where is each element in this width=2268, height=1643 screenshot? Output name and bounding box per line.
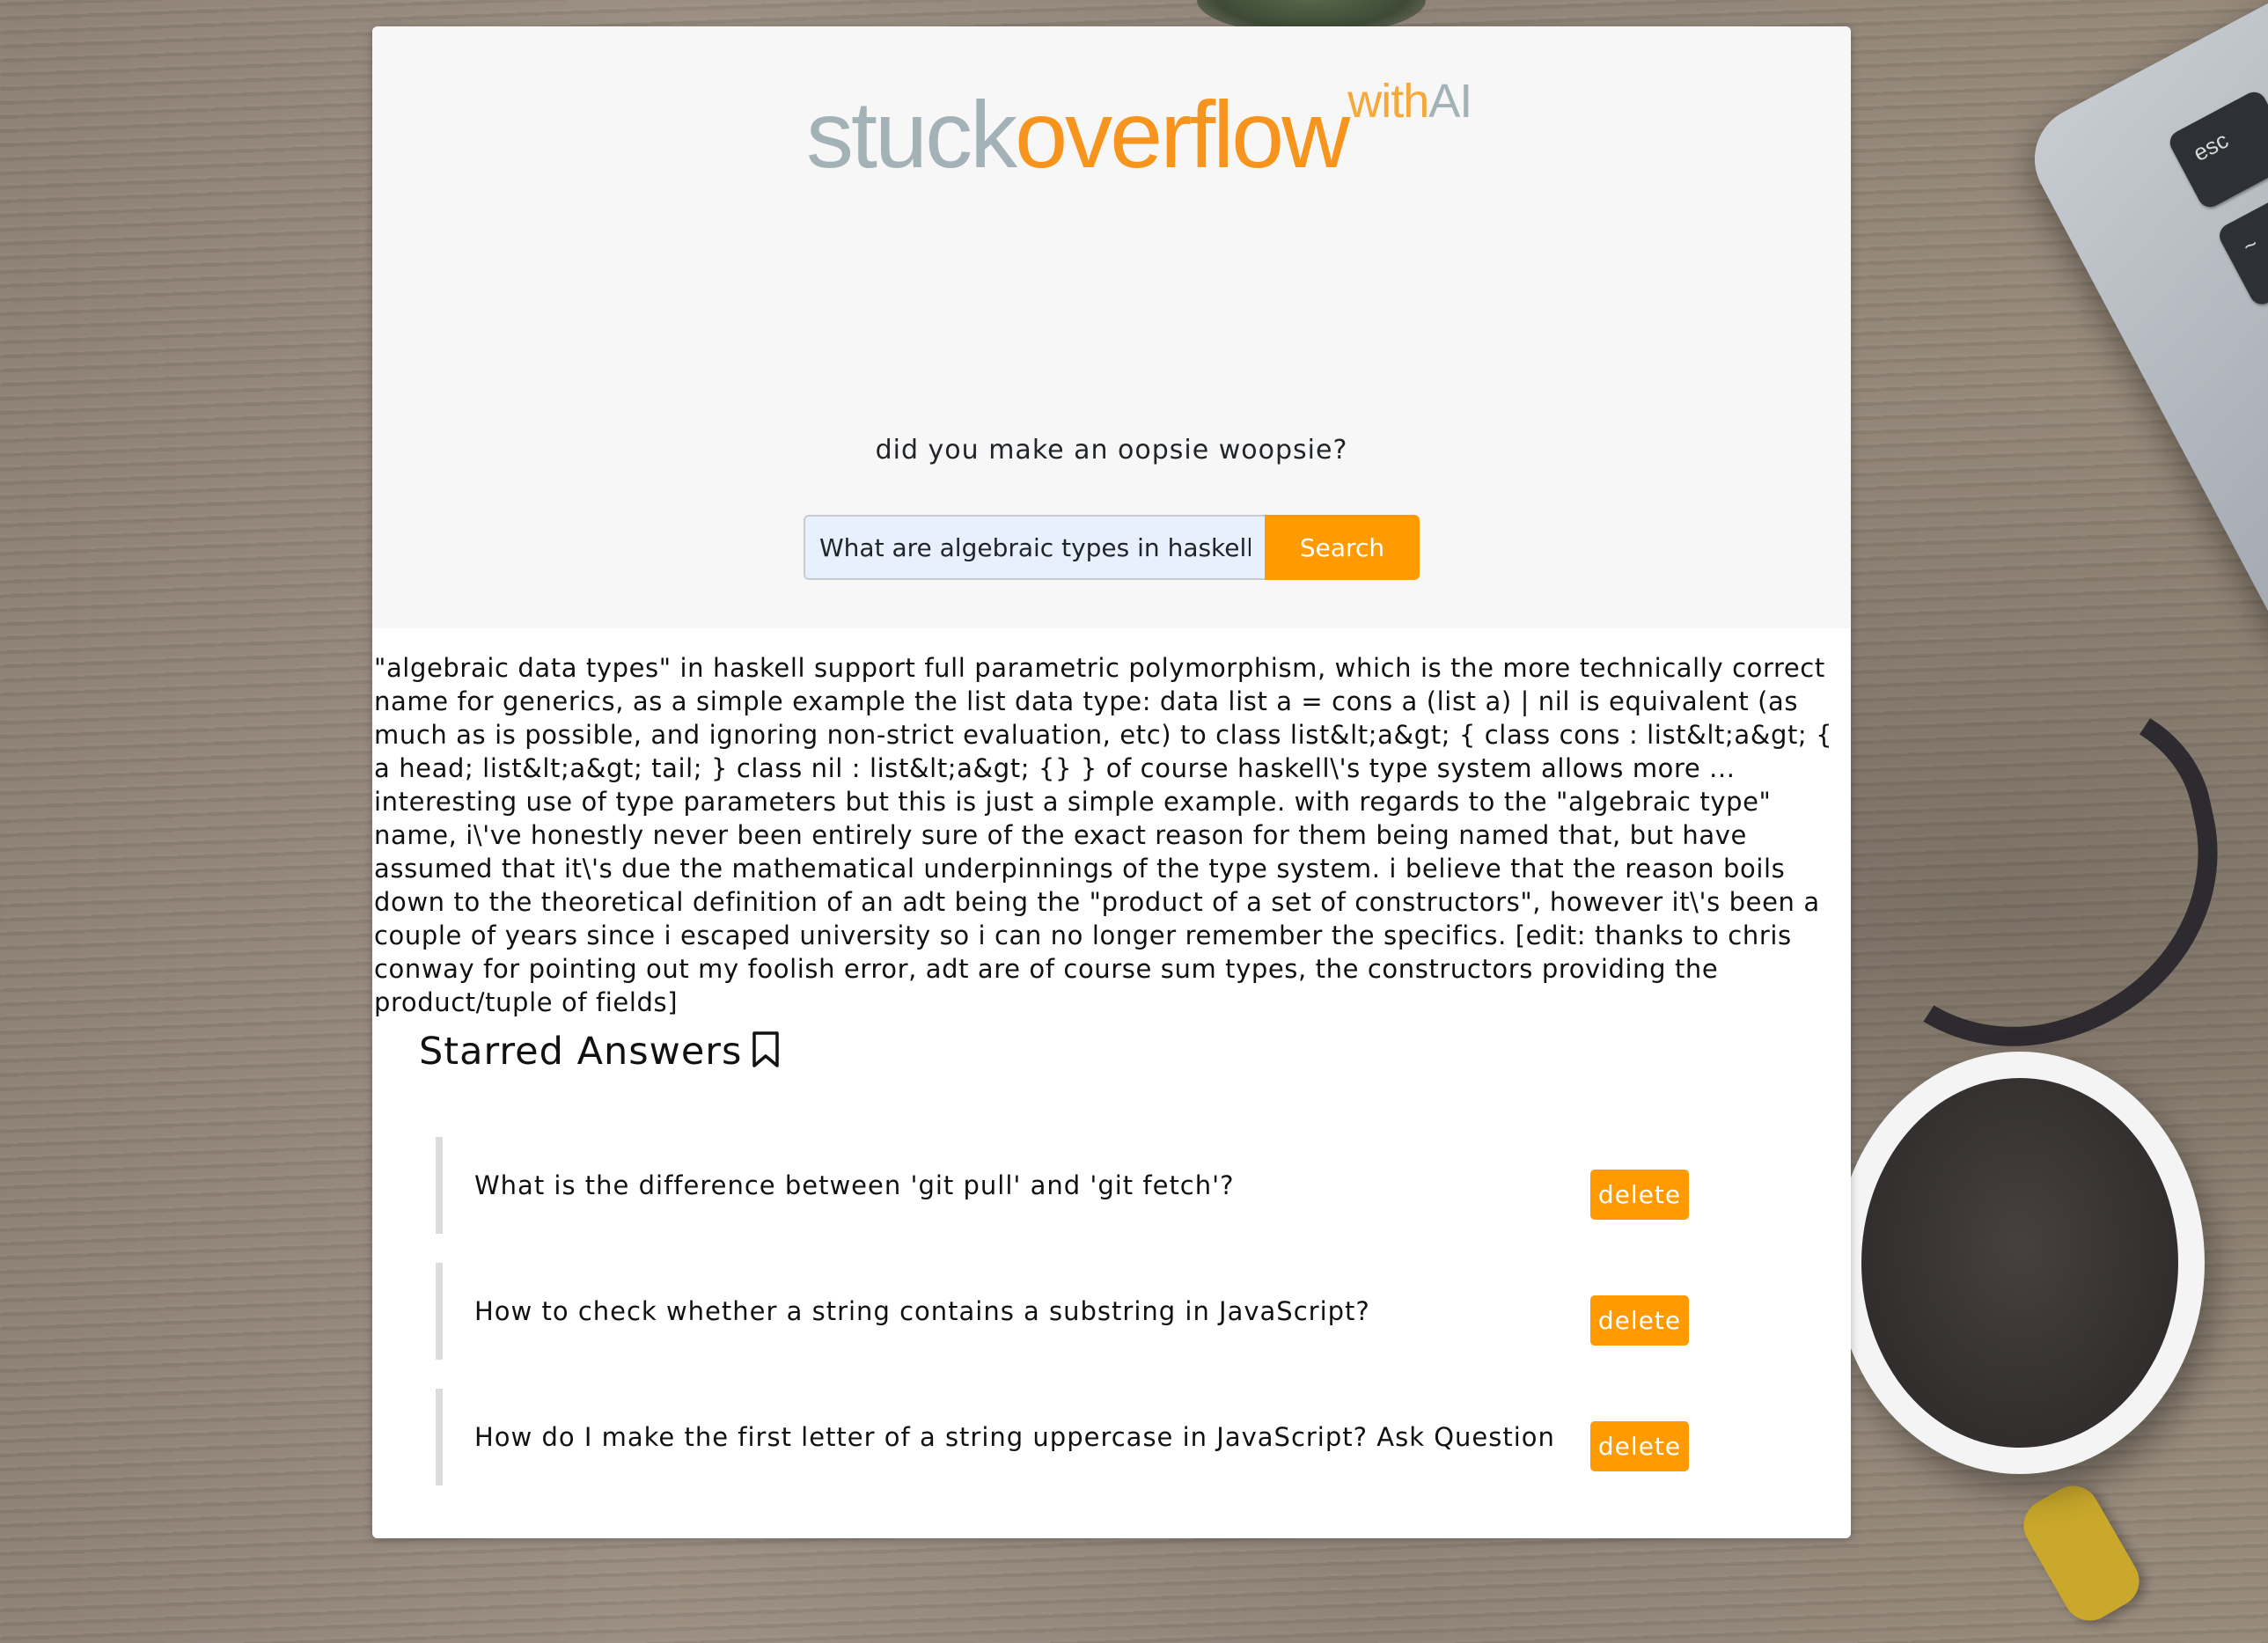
coffee-decoration [1861,1078,2178,1448]
delete-button[interactable]: delete [1590,1421,1689,1471]
starred-item: How to check whether a string contains a… [436,1263,1791,1360]
glasses-decoration [1817,669,2253,1077]
laptop-decoration: esc ~ tab [2015,0,2268,682]
delete-button[interactable]: delete [1590,1295,1689,1346]
starred-question[interactable]: How to check whether a string contains a… [474,1296,1370,1326]
stuckoverflow-logo: stuckoverflow withAI [806,75,1472,187]
starred-answers-list: What is the difference between 'git pull… [436,1137,1791,1515]
tagline: did you make an oopsie woopsie? [875,435,1348,466]
delete-button[interactable]: delete [1590,1170,1689,1220]
starred-item: What is the difference between 'git pull… [436,1137,1791,1234]
search-button[interactable]: Search [1265,515,1420,580]
starred-question[interactable]: What is the difference between 'git pull… [474,1170,1235,1200]
cup-handle-decoration [2014,1476,2149,1631]
starred-question[interactable]: How do I make the first letter of a stri… [474,1422,1555,1452]
search-input[interactable] [804,515,1265,580]
bookmark-icon [752,1031,780,1067]
starred-answers-heading: Starred Answers [419,1030,781,1074]
starred-item: How do I make the first letter of a stri… [436,1389,1791,1485]
answer-text: "algebraic data types" in haskell suppor… [374,653,1833,1017]
main-card: stuckoverflow withAI did you make an oops… [372,26,1851,1538]
hero-section: stuckoverflow withAI did you make an oops… [372,26,1851,628]
